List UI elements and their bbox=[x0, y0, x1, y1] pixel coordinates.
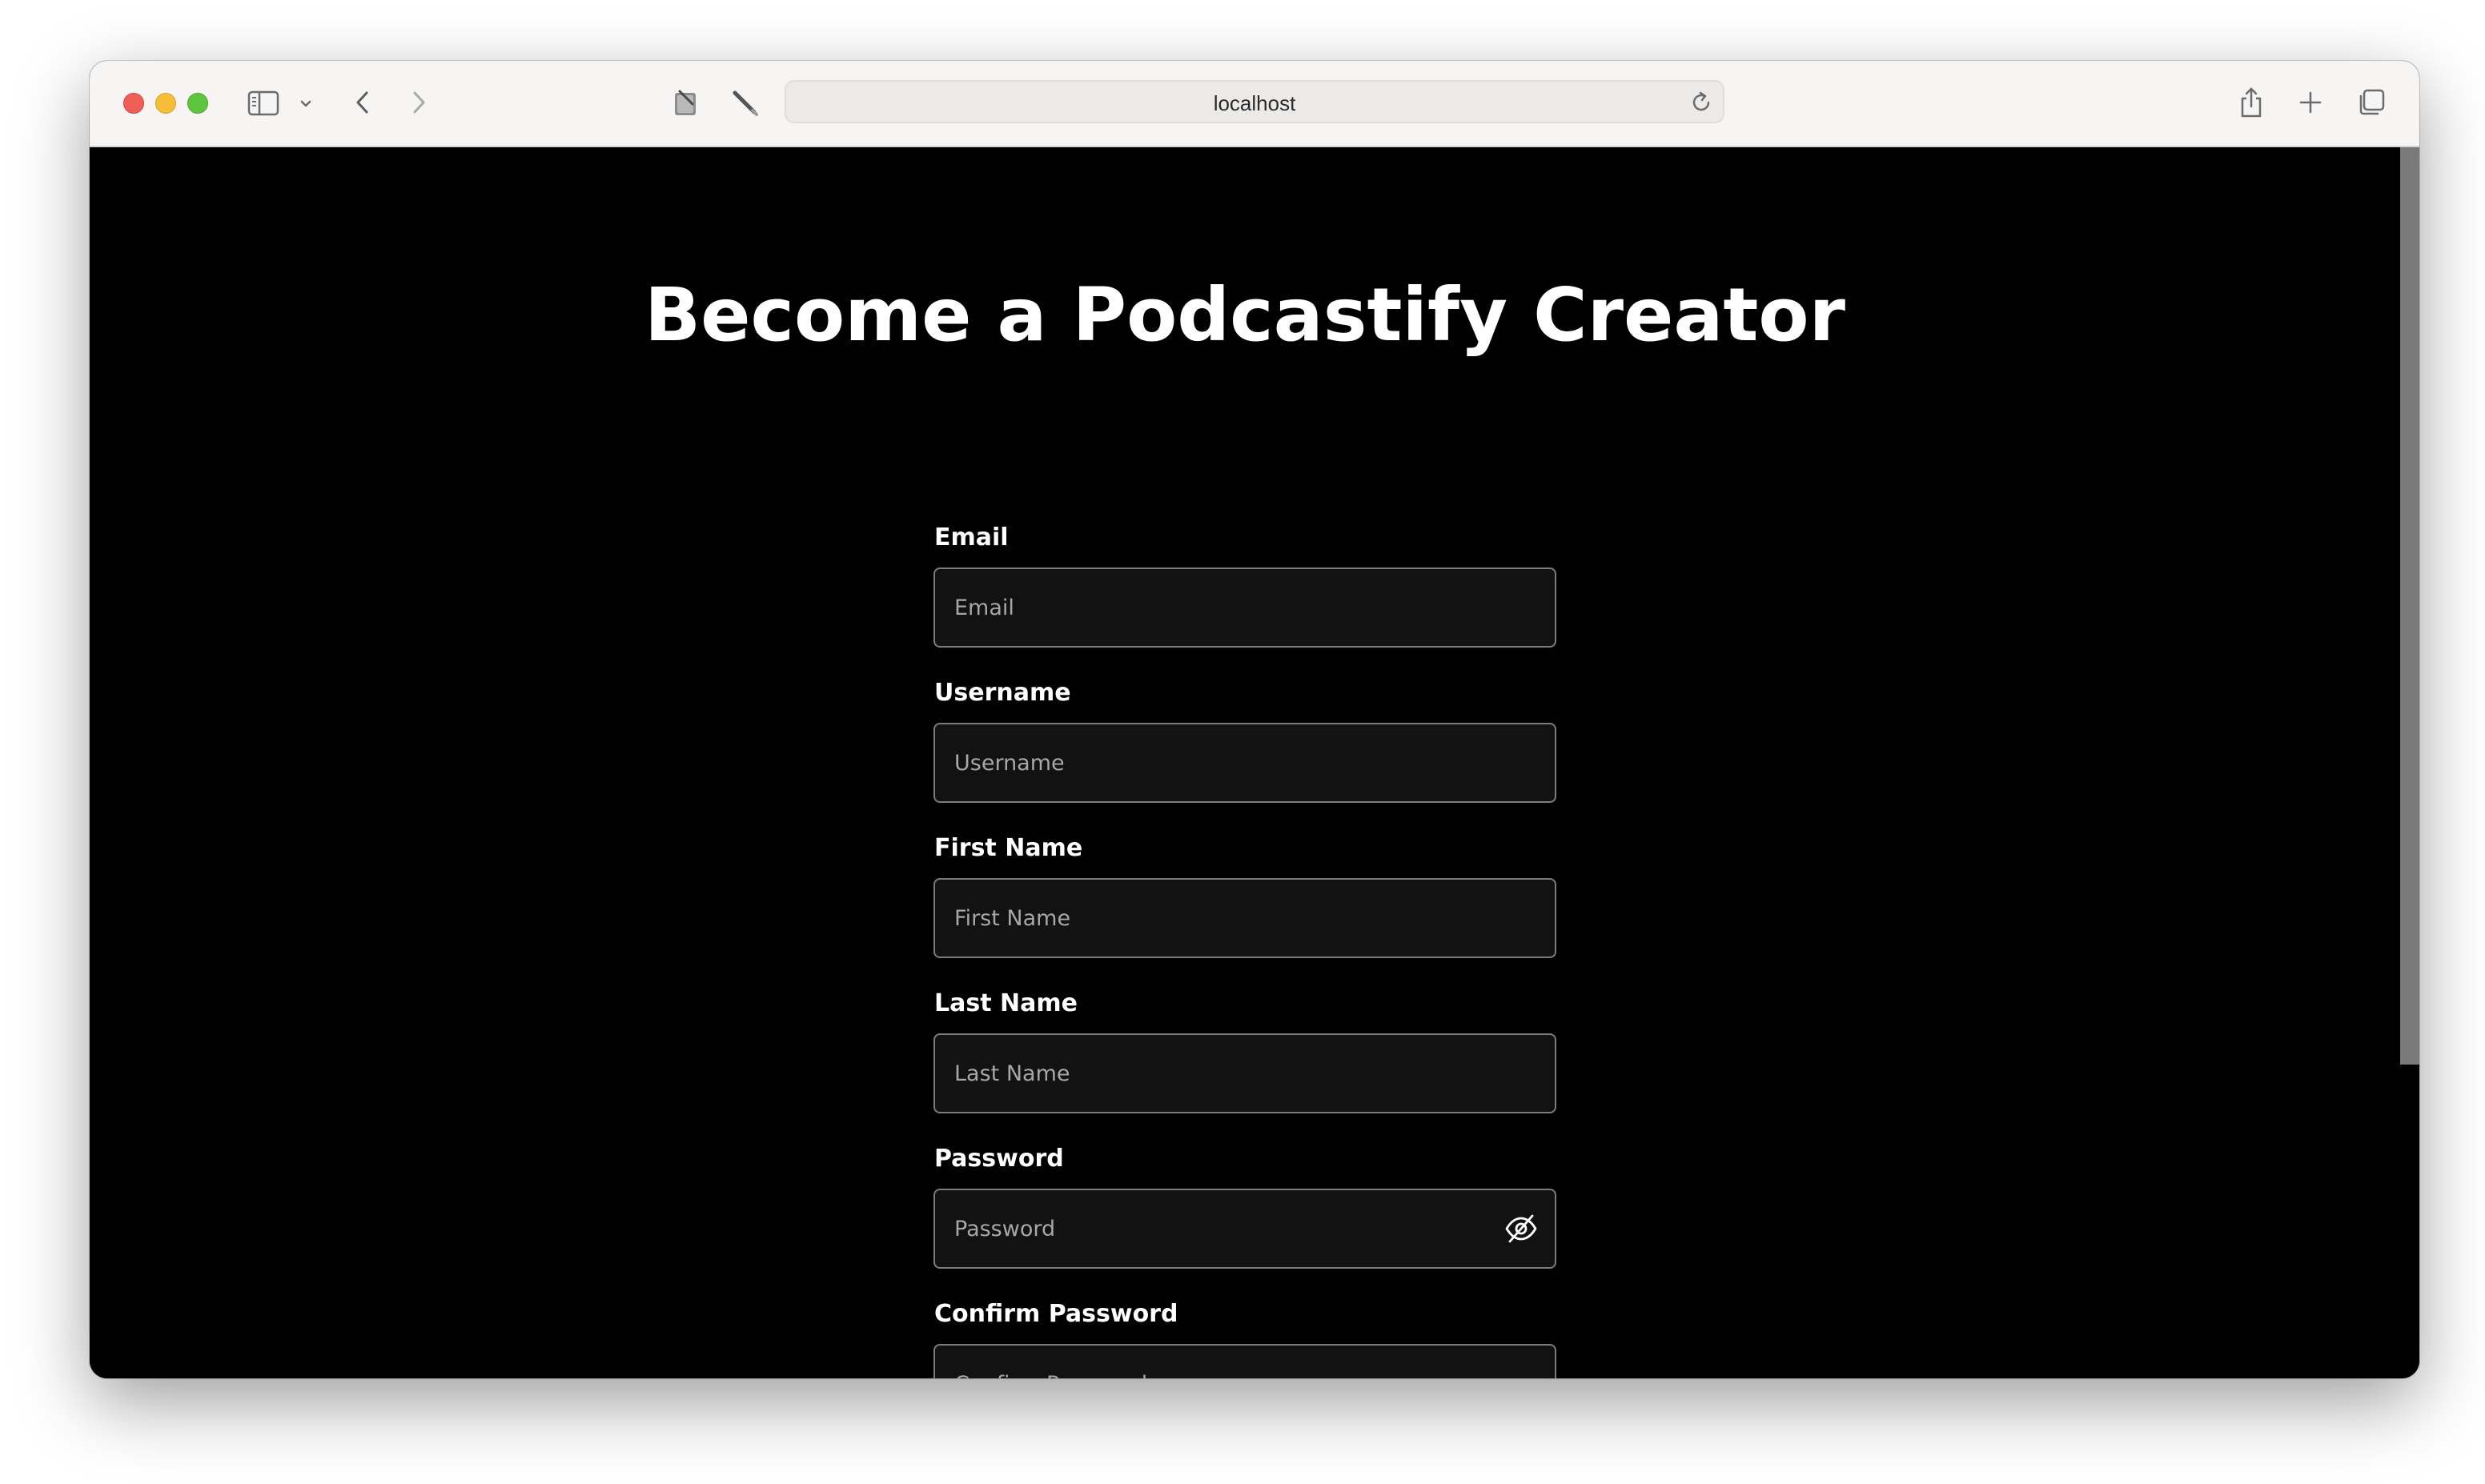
confirm-password-label: Confirm Password bbox=[934, 1300, 1178, 1328]
last-name-field[interactable] bbox=[933, 1033, 1556, 1113]
page-title: Become a Podcastify Creator bbox=[644, 272, 1845, 358]
browser-window: localhost Become a Podcastify Creator Em… bbox=[90, 61, 2419, 1378]
close-window-button[interactable] bbox=[123, 93, 144, 114]
minimize-window-button[interactable] bbox=[155, 93, 176, 114]
email-input[interactable] bbox=[954, 569, 1499, 646]
reload-icon[interactable] bbox=[1689, 90, 1713, 118]
last-name-label: Last Name bbox=[934, 989, 1078, 1017]
confirm-password-input[interactable] bbox=[954, 1346, 1499, 1378]
username-field[interactable] bbox=[933, 723, 1556, 803]
tabs-overview-icon[interactable] bbox=[2355, 86, 2387, 118]
email-field[interactable] bbox=[933, 568, 1556, 648]
scrollbar-track[interactable] bbox=[2400, 147, 2419, 1378]
password-label: Password bbox=[934, 1145, 1064, 1173]
pen-tool-icon[interactable] bbox=[729, 86, 762, 120]
back-arrow-icon[interactable] bbox=[351, 88, 375, 117]
username-label: Username bbox=[934, 679, 1071, 707]
sidebar-icon[interactable] bbox=[247, 90, 280, 117]
address-text: localhost bbox=[1213, 91, 1296, 115]
zoom-window-button[interactable] bbox=[187, 93, 208, 114]
first-name-input[interactable] bbox=[954, 880, 1499, 957]
confirm-password-field[interactable] bbox=[933, 1344, 1556, 1378]
eye-slash-icon[interactable] bbox=[1503, 1211, 1539, 1246]
username-input[interactable] bbox=[954, 724, 1499, 801]
note-extension-icon[interactable] bbox=[669, 85, 703, 120]
address-bar[interactable]: localhost bbox=[785, 80, 1724, 123]
last-name-input[interactable] bbox=[954, 1035, 1499, 1112]
share-icon[interactable] bbox=[2235, 83, 2267, 122]
email-label: Email bbox=[934, 523, 1009, 551]
plus-icon[interactable] bbox=[2296, 88, 2325, 117]
forward-arrow-icon[interactable] bbox=[407, 88, 431, 117]
browser-toolbar: localhost bbox=[90, 61, 2419, 147]
password-field[interactable] bbox=[933, 1189, 1556, 1269]
first-name-label: First Name bbox=[934, 834, 1083, 862]
page-content: Become a Podcastify Creator Email Userna… bbox=[90, 147, 2419, 1378]
scrollbar-thumb[interactable] bbox=[2400, 147, 2419, 1065]
first-name-field[interactable] bbox=[933, 878, 1556, 958]
password-input[interactable] bbox=[954, 1190, 1499, 1267]
chevron-down-icon[interactable] bbox=[298, 96, 314, 112]
